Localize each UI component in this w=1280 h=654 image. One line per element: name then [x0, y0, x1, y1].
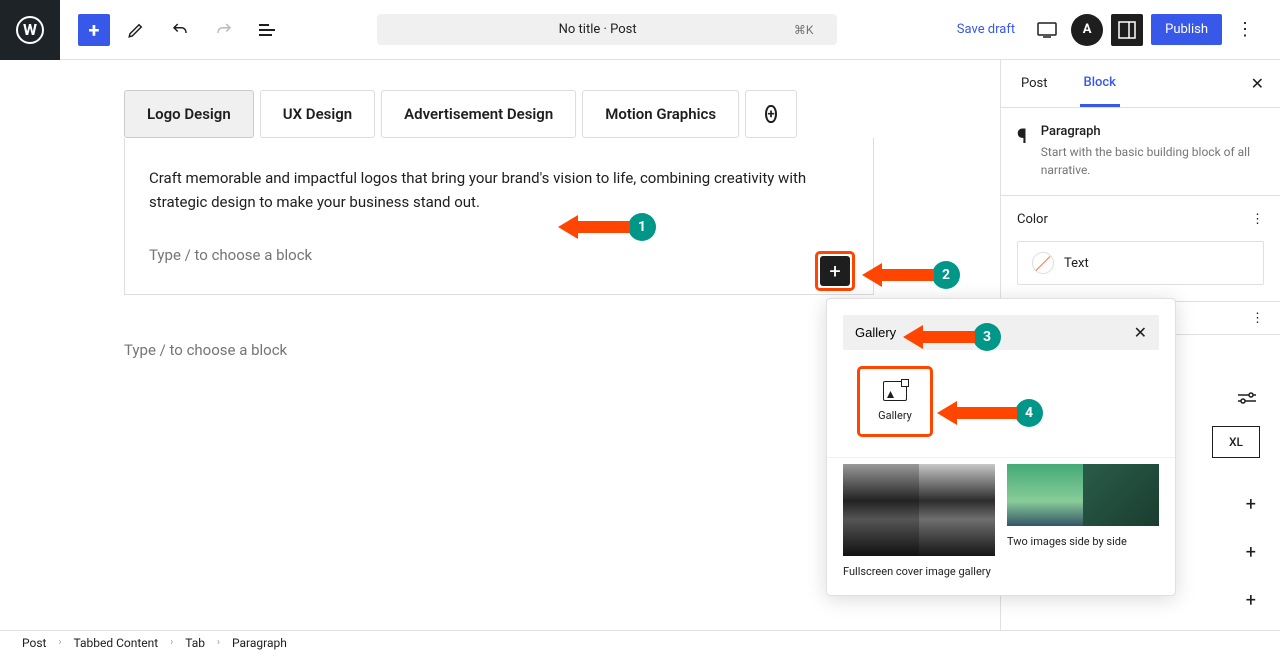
tab-motion-graphics[interactable]: Motion Graphics [582, 90, 739, 138]
sidebar-tab-post[interactable]: Post [1017, 62, 1052, 105]
breadcrumb-tab[interactable]: Tab [185, 636, 205, 650]
gallery-block-tile[interactable]: Gallery [857, 366, 933, 437]
add-tab-button[interactable]: + [745, 90, 797, 138]
settings-sidebar-icon[interactable] [1111, 14, 1143, 46]
typography-options-icon[interactable]: ⋮ [1251, 311, 1264, 326]
more-options-icon[interactable]: ⋮ [1230, 19, 1260, 40]
block-placeholder[interactable]: Type / to choose a block [149, 246, 312, 264]
pattern-fullscreen-gallery[interactable]: Fullscreen cover image gallery [843, 464, 995, 579]
breadcrumb-paragraph[interactable]: Paragraph [232, 636, 287, 650]
inline-inserter-highlight: + [815, 251, 855, 291]
astra-icon[interactable]: A [1071, 14, 1103, 46]
tab-ux-design[interactable]: UX Design [260, 90, 375, 138]
document-title: No title · Post [401, 22, 793, 37]
tab-advertisement-design[interactable]: Advertisement Design [381, 90, 576, 138]
redo-icon[interactable] [206, 12, 242, 48]
annotation-2: 2 [932, 261, 960, 289]
add-panel-icon-3[interactable]: + [1246, 590, 1256, 611]
clear-search-icon[interactable]: ✕ [1134, 323, 1147, 342]
undo-icon[interactable] [162, 12, 198, 48]
breadcrumb-tabbed[interactable]: Tabbed Content [73, 636, 158, 650]
annotation-3: 3 [973, 323, 1001, 351]
add-block-button[interactable]: + [78, 14, 110, 46]
color-section-label: Color [1017, 212, 1048, 227]
command-shortcut: ⌘K [794, 23, 814, 37]
edit-tool-icon[interactable] [118, 12, 154, 48]
text-color-button[interactable]: Text [1017, 241, 1264, 285]
publish-button[interactable]: Publish [1151, 14, 1222, 45]
paragraph-block-icon: ¶ [1017, 124, 1027, 179]
color-swatch-icon [1032, 252, 1054, 274]
color-options-icon[interactable]: ⋮ [1251, 212, 1264, 227]
text-color-label: Text [1064, 256, 1089, 271]
inline-add-block-button[interactable]: + [820, 256, 850, 286]
paragraph-block[interactable]: Craft memorable and impactful logos that… [149, 166, 849, 214]
add-panel-icon-1[interactable]: + [1246, 494, 1256, 515]
tabbed-content-tabs: Logo Design UX Design Advertisement Desi… [124, 90, 1000, 138]
block-name: Paragraph [1041, 124, 1264, 139]
pattern-preview-1 [843, 464, 995, 556]
block-description: Start with the basic building block of a… [1041, 143, 1264, 179]
close-sidebar-icon[interactable]: ✕ [1251, 74, 1264, 93]
block-inserter-popup: ✕ Gallery Fullscreen cover image gallery… [826, 298, 1176, 596]
add-panel-icon-2[interactable]: + [1246, 542, 1256, 563]
breadcrumb-post[interactable]: Post [22, 636, 46, 650]
tab-panel: Craft memorable and impactful logos that… [124, 138, 874, 295]
annotation-4: 4 [1015, 399, 1043, 427]
pattern-caption-2: Two images side by side [1007, 534, 1159, 549]
annotation-1: 1 [628, 213, 656, 241]
pattern-preview-2 [1007, 464, 1159, 526]
wordpress-icon: W [16, 16, 44, 44]
document-title-bar[interactable]: No title · Post ⌘K [377, 14, 837, 45]
sidebar-tab-block[interactable]: Block [1080, 61, 1120, 107]
top-toolbar: W + No title · Post ⌘K Save draft A Publ… [0, 0, 1280, 60]
pattern-two-images[interactable]: Two images side by side [1007, 464, 1159, 579]
preview-desktop-icon[interactable] [1031, 14, 1063, 46]
gallery-block-label: Gallery [878, 409, 912, 422]
document-overview-icon[interactable] [250, 12, 286, 48]
wordpress-logo[interactable]: W [0, 0, 60, 60]
tab-logo-design[interactable]: Logo Design [124, 90, 254, 138]
pattern-caption-1: Fullscreen cover image gallery [843, 564, 995, 579]
plus-circle-icon: + [765, 105, 776, 123]
size-xl-button[interactable]: XL [1212, 426, 1260, 458]
breadcrumb-bar: Post› Tabbed Content› Tab› Paragraph [0, 630, 1280, 654]
custom-size-icon[interactable] [1238, 392, 1256, 404]
save-draft-button[interactable]: Save draft [949, 14, 1023, 45]
gallery-icon [883, 381, 907, 401]
